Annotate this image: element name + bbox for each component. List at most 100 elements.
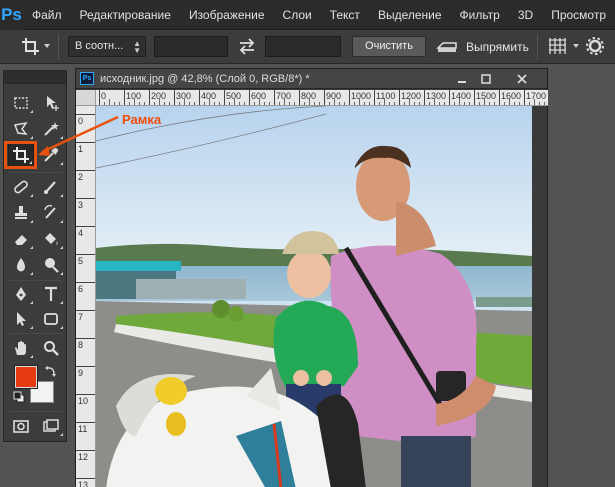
paint-bucket-tool-icon[interactable]: [38, 227, 64, 251]
menu-image[interactable]: Изображение: [180, 8, 274, 22]
app-logo: Ps: [0, 0, 23, 30]
ruler-v-tick: [76, 478, 95, 479]
ruler-h-minor-tick: [479, 102, 480, 105]
callout-label: Рамка: [122, 112, 162, 127]
menu-layers[interactable]: Слои: [274, 8, 321, 22]
ruler-h-minor-tick: [304, 102, 305, 105]
app-logo-text: Ps: [1, 4, 22, 24]
document-window: Ps исходник.jpg @ 42,8% (Слой 0, RGB/8*)…: [75, 68, 548, 487]
ruler-h-tick: [224, 90, 225, 105]
magic-wand-tool-icon[interactable]: [38, 117, 64, 141]
ruler-h-minor-tick: [454, 102, 455, 105]
default-colors-icon[interactable]: [13, 391, 25, 403]
swap-icon[interactable]: [236, 36, 258, 57]
overlay-dropdown-arrow[interactable]: [573, 44, 579, 48]
vertical-ruler[interactable]: 0 1 2 3 4 5 6 7 8 9 10 11 12 13: [76, 106, 96, 487]
gear-icon[interactable]: [585, 36, 609, 57]
ruler-h-minor-tick: [414, 102, 415, 105]
menu-filter[interactable]: Фильтр: [451, 8, 509, 22]
ruler-h-minor-tick: [519, 102, 520, 105]
foreground-color-swatch[interactable]: [14, 365, 38, 389]
dodge-tool-icon[interactable]: [38, 253, 64, 277]
overlay-grid-icon[interactable]: [547, 36, 569, 57]
ruler-h-minor-tick: [489, 102, 490, 105]
history-brush-tool-icon[interactable]: [38, 201, 64, 225]
ruler-v-tick: [76, 450, 95, 451]
ruler-h-tick: [524, 90, 525, 105]
ruler-h-minor-tick: [109, 99, 110, 105]
tools-panel-grip[interactable]: [4, 71, 66, 84]
ruler-h-minor-tick: [334, 99, 335, 105]
ruler-h-minor-tick: [194, 102, 195, 105]
ruler-h-tick: [299, 90, 300, 105]
ruler-v-tick: [76, 198, 95, 199]
quick-mask-icon[interactable]: [8, 414, 34, 438]
width-field[interactable]: [154, 36, 228, 57]
ruler-h-minor-tick: [159, 99, 160, 105]
brush-tool-icon[interactable]: [38, 175, 64, 199]
marquee-tool-icon[interactable]: [8, 91, 34, 115]
ruler-h-minor-tick: [444, 102, 445, 105]
ruler-corner[interactable]: [76, 90, 96, 106]
ruler-h-tick: [149, 90, 150, 105]
ruler-h-minor-tick: [484, 99, 485, 105]
swap-colors-icon[interactable]: [44, 364, 58, 378]
hand-tool-icon[interactable]: [8, 336, 34, 360]
ruler-h-label: 1500: [476, 91, 497, 101]
horizontal-ruler[interactable]: 0 100 200 300 400 500 600 700 800 900 1000 1100 1200…: [96, 90, 548, 106]
ruler-h-tick: [424, 90, 425, 105]
rectangle-tool-icon[interactable]: [38, 307, 64, 331]
ruler-h-minor-tick: [509, 99, 510, 105]
maximize-icon[interactable]: [474, 70, 497, 87]
ruler-h-label: 1100: [376, 91, 396, 101]
ruler-h-minor-tick: [214, 102, 215, 105]
lasso-tool-icon[interactable]: [8, 117, 34, 141]
ruler-v-label: 12: [78, 452, 89, 462]
canvas[interactable]: [96, 106, 532, 487]
ruler-h-label: 1300: [426, 91, 447, 101]
ruler-v-label: 0: [78, 116, 84, 126]
pen-tool-icon[interactable]: [8, 282, 34, 306]
ruler-v-label: 8: [78, 340, 84, 350]
menu-edit[interactable]: Редактирование: [71, 8, 180, 22]
ruler-h-minor-tick: [239, 102, 240, 105]
path-selection-tool-icon[interactable]: [8, 307, 34, 331]
menu-3d[interactable]: 3D: [509, 8, 542, 22]
ruler-h-tick: [399, 90, 400, 105]
menu-select[interactable]: Выделение: [369, 8, 451, 22]
menu-view[interactable]: Просмотр: [542, 8, 615, 22]
menu-file[interactable]: Файл: [23, 8, 71, 22]
eyedropper-tool-icon[interactable]: [38, 143, 64, 167]
ruler-v-label: 13: [78, 480, 89, 487]
height-field[interactable]: [265, 36, 341, 57]
move-tool-icon[interactable]: [38, 91, 64, 115]
close-icon[interactable]: [510, 70, 533, 87]
ruler-v-tick: [76, 394, 95, 395]
menu-type[interactable]: Текст: [321, 8, 369, 22]
crop-preset-icon[interactable]: [20, 36, 42, 57]
straighten-icon: [436, 41, 457, 52]
tools-separator: [10, 333, 62, 334]
ruler-h-minor-tick: [229, 102, 230, 105]
options-bar: В соотн... ▲ ▼ Очистить Выпрямить: [0, 30, 615, 64]
ruler-h-minor-tick: [329, 102, 330, 105]
healing-brush-tool-icon[interactable]: [8, 175, 34, 199]
ruler-h-minor-tick: [204, 102, 205, 105]
clear-button[interactable]: Очистить: [352, 36, 426, 57]
clone-stamp-tool-icon[interactable]: [8, 201, 34, 225]
type-tool-icon[interactable]: [38, 282, 64, 306]
zoom-tool-icon[interactable]: [38, 336, 64, 360]
straighten-label: Выпрямить: [466, 39, 529, 54]
minimize-icon[interactable]: [450, 70, 473, 87]
blur-tool-icon[interactable]: [8, 253, 34, 277]
ruler-v-label: 10: [78, 396, 89, 406]
eraser-tool-icon[interactable]: [8, 227, 34, 251]
ratio-select[interactable]: В соотн... ▲ ▼: [68, 36, 146, 57]
select-updown-icon: ▲ ▼: [133, 39, 141, 55]
tools-separator: [10, 280, 62, 281]
crop-preset-dropdown-arrow[interactable]: [44, 44, 50, 48]
straighten-button[interactable]: Выпрямить: [436, 36, 531, 57]
ruler-h-tick: [199, 90, 200, 105]
ruler-h-minor-tick: [244, 102, 245, 105]
screen-mode-icon[interactable]: [38, 414, 64, 438]
